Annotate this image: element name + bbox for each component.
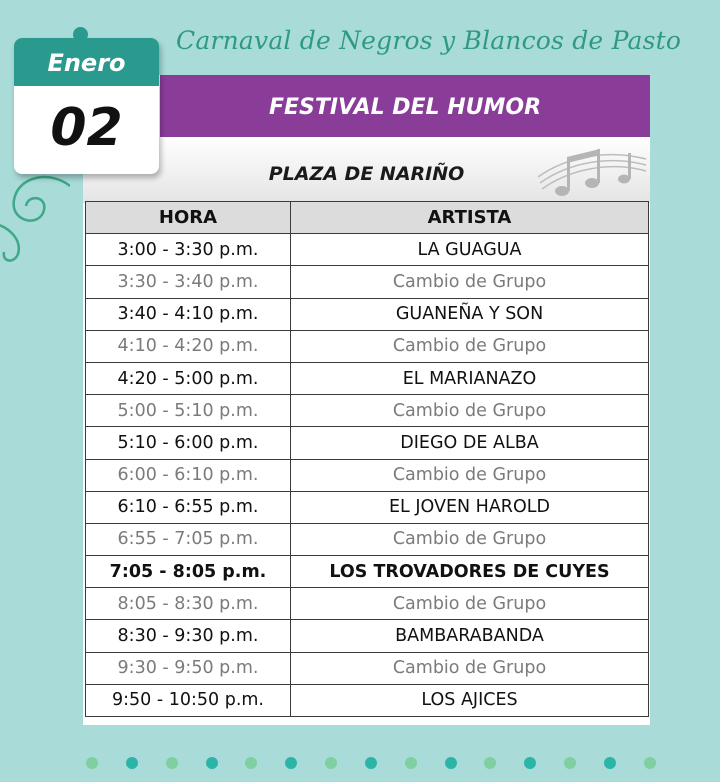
dot-icon: [325, 757, 338, 769]
table-row: 3:40 - 4:10 p.m. GUANEÑA Y SON: [85, 297, 649, 331]
table-row: 6:00 - 6:10 p.m. Cambio de Grupo: [85, 458, 649, 492]
artist-cell: EL JOVEN HAROLD: [290, 490, 649, 524]
artist-cell: LA GUAGUA: [290, 233, 649, 267]
table-row: 6:55 - 7:05 p.m. Cambio de Grupo: [85, 522, 649, 557]
table-row: 3:00 - 3:30 p.m. LA GUAGUA: [85, 233, 649, 267]
table-row: 4:20 - 5:00 p.m. EL MARIANAZO: [85, 361, 649, 396]
day-number: 02: [50, 98, 123, 158]
poster: { "banner": { "title": "Carnaval de Negr…: [0, 0, 720, 782]
time-cell: 3:40 - 4:10 p.m.: [85, 297, 291, 331]
time-cell: 6:00 - 6:10 p.m.: [85, 458, 291, 492]
dot-icon: [404, 757, 417, 769]
time-cell: 4:10 - 4:20 p.m.: [85, 329, 291, 363]
time-cell: 8:30 - 9:30 p.m.: [85, 619, 291, 653]
artist-cell: LOS AJICES: [290, 683, 649, 718]
dot-divider: [86, 755, 656, 771]
time-cell: 4:20 - 5:00 p.m.: [85, 361, 291, 396]
dot-icon: [245, 757, 258, 769]
dot-icon: [444, 757, 457, 769]
artist-cell: Cambio de Grupo: [290, 265, 649, 299]
time-cell: 3:30 - 3:40 p.m.: [85, 265, 291, 299]
venue-label: PLAZA DE NARIÑO: [268, 163, 465, 185]
artist-cell: Cambio de Grupo: [290, 587, 649, 621]
artist-cell: GUANEÑA Y SON: [290, 297, 649, 331]
time-cell: 5:10 - 6:00 p.m.: [85, 426, 291, 460]
dot-icon: [564, 757, 577, 769]
dot-icon: [643, 757, 656, 769]
pin-icon: [73, 27, 88, 42]
time-cell: 9:50 - 10:50 p.m.: [85, 683, 291, 718]
dot-icon: [484, 757, 497, 769]
schedule-panel: FESTIVAL DEL HUMOR PLAZA DE NARIÑO HORA …: [83, 75, 650, 725]
carnival-title: Carnaval de Negros y Blancos de Pasto: [176, 26, 682, 55]
table-row: 9:50 - 10:50 p.m. LOS AJICES: [85, 683, 649, 718]
schedule-table: HORA ARTISTA 3:00 - 3:30 p.m. LA GUAGUA 3…: [85, 200, 649, 718]
time-cell: 6:55 - 7:05 p.m.: [85, 522, 291, 557]
dot-icon: [125, 757, 138, 769]
artist-cell: Cambio de Grupo: [290, 458, 649, 492]
swirl-ornament-icon: [0, 175, 70, 262]
table-row: 8:30 - 9:30 p.m. BAMBARABANDA: [85, 619, 649, 653]
artist-cell: Cambio de Grupo: [290, 522, 649, 557]
artist-cell: Cambio de Grupo: [290, 651, 649, 685]
dot-icon: [524, 757, 537, 769]
column-header-hora: HORA: [85, 200, 291, 235]
time-cell: 7:05 - 8:05 p.m.: [85, 555, 291, 589]
festival-title: FESTIVAL DEL HUMOR: [160, 75, 650, 137]
artist-cell: BAMBARABANDA: [290, 619, 649, 653]
artist-cell: Cambio de Grupo: [290, 329, 649, 363]
time-cell: 6:10 - 6:55 p.m.: [85, 490, 291, 524]
table-row: 9:30 - 9:50 p.m. Cambio de Grupo: [85, 651, 649, 685]
table-row: 3:30 - 3:40 p.m. Cambio de Grupo: [85, 265, 649, 299]
column-header-artista: ARTISTA: [290, 200, 649, 235]
table-row: 8:05 - 8:30 p.m. Cambio de Grupo: [85, 587, 649, 621]
time-cell: 3:00 - 3:30 p.m.: [85, 233, 291, 267]
artist-cell: LOS TROVADORES DE CUYES: [290, 555, 649, 589]
dot-icon: [285, 757, 298, 769]
month-label: Enero: [14, 38, 159, 86]
time-cell: 9:30 - 9:50 p.m.: [85, 651, 291, 685]
artist-cell: DIEGO DE ALBA: [290, 426, 649, 460]
table-row: 5:00 - 5:10 p.m. Cambio de Grupo: [85, 394, 649, 428]
time-cell: 8:05 - 8:30 p.m.: [85, 587, 291, 621]
dot-icon: [86, 757, 98, 769]
dot-icon: [205, 757, 218, 769]
dot-icon: [165, 757, 178, 769]
table-header-row: HORA ARTISTA: [85, 200, 649, 235]
time-cell: 5:00 - 5:10 p.m.: [85, 394, 291, 428]
artist-cell: Cambio de Grupo: [290, 394, 649, 428]
dot-icon: [603, 757, 616, 769]
date-card: Enero 02: [14, 38, 159, 174]
dot-icon: [364, 757, 377, 769]
table-row: 5:10 - 6:00 p.m. DIEGO DE ALBA: [85, 426, 649, 460]
artist-cell: EL MARIANAZO: [290, 361, 649, 396]
table-row: 7:05 - 8:05 p.m. LOS TROVADORES DE CUYES: [85, 555, 649, 589]
table-row: 4:10 - 4:20 p.m. Cambio de Grupo: [85, 329, 649, 363]
table-row: 6:10 - 6:55 p.m. EL JOVEN HAROLD: [85, 490, 649, 524]
